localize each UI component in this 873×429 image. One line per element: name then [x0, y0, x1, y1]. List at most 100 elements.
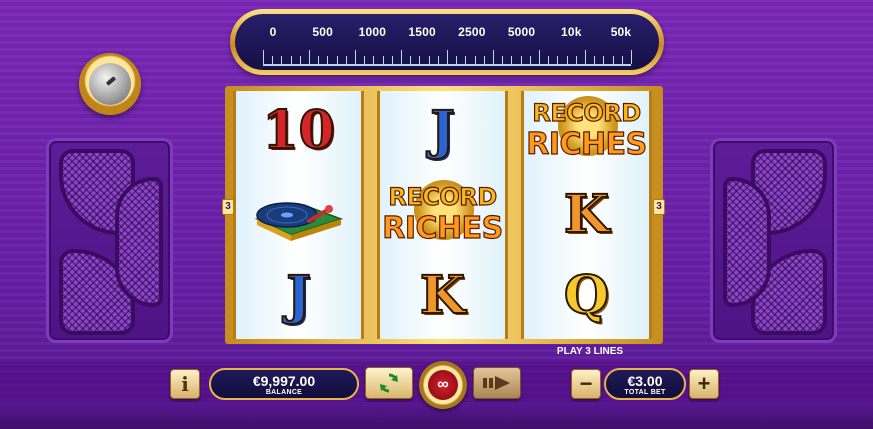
- play-lines-text: PLAY 3 LINES: [556, 346, 624, 357]
- knob-icon: [79, 53, 141, 115]
- reload-button[interactable]: [365, 367, 413, 399]
- dial-tick: [281, 56, 283, 64]
- total-bet-display: €3.00 TOTAL BET: [604, 368, 686, 400]
- symbol-jack: J: [236, 256, 361, 336]
- dial-label: 50k: [610, 25, 632, 39]
- symbol-king: K: [380, 256, 505, 336]
- turntable-icon: [254, 202, 343, 241]
- dial-tick: [529, 56, 531, 64]
- dial-tick: [437, 56, 439, 64]
- payline-marker-left: 3: [222, 199, 234, 215]
- payline-marker-right: 3: [653, 199, 665, 215]
- dial-tick: [382, 56, 384, 64]
- dial-tick: [272, 56, 274, 64]
- dial-tick: [585, 50, 586, 64]
- increase-bet-button[interactable]: +: [689, 369, 719, 399]
- symbol-turntable: [236, 175, 361, 255]
- dial-tick: [502, 56, 504, 64]
- symbol-jack-text: J: [429, 100, 456, 161]
- logo-line-1: RECORD: [532, 98, 642, 127]
- dial-tick: [548, 56, 550, 64]
- turbo-icon: [483, 376, 510, 390]
- dial-tick: [355, 50, 356, 64]
- dial-tick: [327, 56, 329, 64]
- dial-tick: [612, 56, 614, 64]
- dial-tick: [483, 56, 485, 64]
- reel-1: 10 J: [233, 91, 364, 339]
- speaker-grille-side: [115, 177, 163, 307]
- dial-tick: [566, 56, 568, 64]
- dial-label: 10k: [560, 25, 582, 39]
- dial-tick: [631, 50, 632, 64]
- symbol-king: K: [524, 175, 649, 255]
- reels-frame: 10 J J RECORD RICHES K RECORD RICHES K Q: [225, 86, 663, 344]
- dial-display: 0 500 1000 1500 2500 5000 10k 50k: [235, 14, 659, 70]
- symbol-queen-text: Q: [563, 265, 610, 326]
- reload-icon: [380, 373, 398, 393]
- dial-tick: [318, 56, 320, 64]
- dial-tick: [290, 56, 292, 64]
- payout-dial: 0 500 1000 1500 2500 5000 10k 50k: [230, 9, 664, 75]
- dial-tick: [557, 56, 559, 64]
- dial-label: 1500: [408, 25, 436, 39]
- decrease-bet-button[interactable]: −: [571, 369, 601, 399]
- dial-tick: [299, 56, 301, 64]
- dial-tick: [447, 50, 448, 64]
- logo-line-1: RECORD: [388, 182, 498, 211]
- balance-value: €9,997.00: [252, 373, 316, 389]
- dial-tick: [410, 56, 412, 64]
- info-button[interactable]: i: [170, 369, 200, 399]
- balance-display: €9,997.00 BALANCE: [209, 368, 359, 400]
- dial-tick: [520, 56, 522, 64]
- balance-label: BALANCE: [265, 389, 303, 396]
- dial-tick: [345, 56, 347, 64]
- dial-label: 1000: [358, 25, 387, 39]
- dial-tick: [594, 56, 596, 64]
- dial-tick: [465, 56, 467, 64]
- record-riches-logo: RECORD RICHES: [525, 91, 649, 171]
- dial-tick: [309, 50, 310, 64]
- dial-tick: [391, 56, 393, 64]
- dial-tick: [364, 56, 366, 64]
- symbol-record-riches-logo: RECORD RICHES: [380, 175, 505, 255]
- symbol-king-text: K: [563, 184, 610, 245]
- symbol-jack: J: [380, 91, 505, 171]
- logo-line-2: RICHES: [382, 210, 504, 246]
- autoplay-icon: ∞: [428, 370, 458, 400]
- symbol-ten: 10: [236, 91, 361, 171]
- record-riches-logo: RECORD RICHES: [381, 175, 505, 255]
- dial-tick: [621, 56, 623, 64]
- dial-label: 5000: [507, 25, 536, 39]
- logo-line-2: RICHES: [526, 126, 648, 162]
- symbol-jack-text: J: [285, 265, 312, 326]
- dial-tick: [511, 56, 513, 64]
- dial-tick: [456, 56, 458, 64]
- turbo-button[interactable]: [473, 367, 521, 399]
- dial-tick: [575, 56, 577, 64]
- dial-labels: 0 500 1000 1500 2500 5000 10k 50k: [235, 25, 659, 41]
- total-bet-value: €3.00: [627, 373, 663, 389]
- dial-tick: [474, 56, 476, 64]
- dial-tick: [336, 56, 338, 64]
- autoplay-button[interactable]: ∞: [419, 361, 467, 409]
- speaker-grille-side: [723, 177, 771, 307]
- symbol-record-riches-logo: RECORD RICHES: [524, 91, 649, 171]
- dial-label: 0: [269, 25, 277, 39]
- reel-2: J RECORD RICHES K: [377, 91, 508, 339]
- total-bet-label: TOTAL BET: [624, 389, 666, 396]
- dial-tick: [419, 56, 421, 64]
- symbol-king-text: K: [419, 265, 466, 326]
- symbol-ten-text: 10: [261, 100, 335, 161]
- dial-baseline: [263, 64, 631, 66]
- speaker-left: [46, 138, 173, 343]
- reel-3: RECORD RICHES K Q: [521, 91, 652, 339]
- speaker-right: [710, 138, 837, 343]
- dial-label: 2500: [458, 25, 486, 39]
- dial-tick: [428, 56, 430, 64]
- dial-tick: [263, 50, 264, 64]
- dial-tick: [493, 50, 494, 64]
- symbol-queen: Q: [524, 256, 649, 336]
- dial-tick: [539, 50, 540, 64]
- dial-label: 500: [312, 25, 334, 39]
- dial-tick: [603, 56, 605, 64]
